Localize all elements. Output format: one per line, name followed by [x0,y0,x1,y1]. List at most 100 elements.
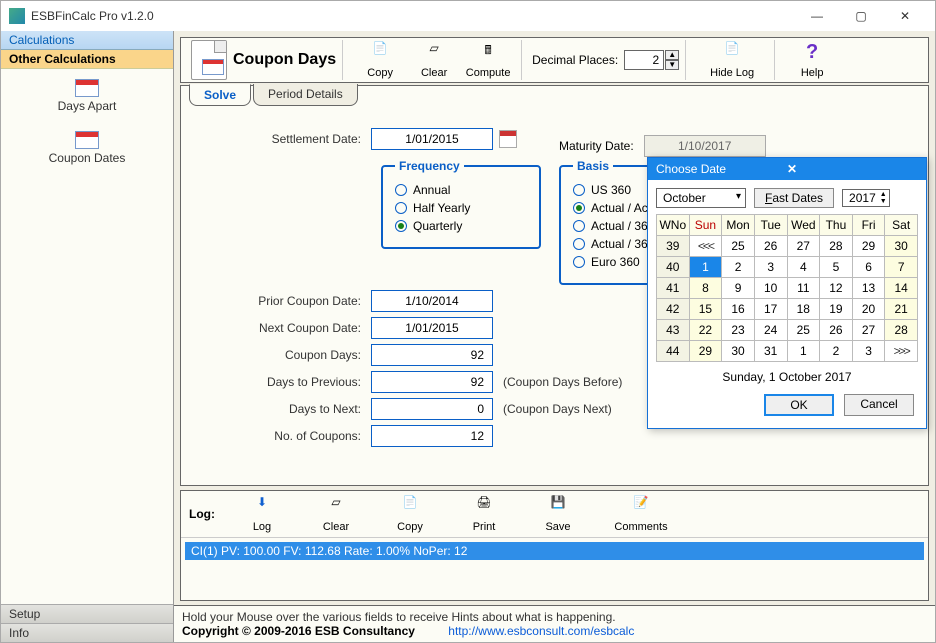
calendar-day[interactable]: 15 [689,299,722,320]
compute-button[interactable]: 🖩 Compute [461,41,515,79]
days-previous-aux: (Coupon Days Before) [503,375,622,389]
calendar-day[interactable]: 12 [820,278,853,299]
calendar-day[interactable]: 1 [787,341,820,362]
settlement-date-picker-icon[interactable] [499,130,517,148]
month-dropdown[interactable]: October [656,188,746,208]
days-next-output [371,398,493,420]
calendar-day[interactable]: 21 [885,299,918,320]
sidebar-header-calculations[interactable]: Calculations [1,31,173,50]
sidebar-header-other[interactable]: Other Calculations [1,50,173,69]
calendar-day[interactable]: 26 [754,236,787,257]
calendar-day[interactable]: 29 [689,341,722,362]
log-comments-button[interactable]: 📝Comments [605,495,677,533]
settlement-date-label: Settlement Date: [201,132,371,146]
sidebar-footer-setup[interactable]: Setup [1,604,173,623]
log-button[interactable]: ⬇Log [235,495,289,533]
calendar-day[interactable]: 10 [754,278,787,299]
calendar-day[interactable]: 2 [722,257,755,278]
calendar-day[interactable]: >>> [885,341,918,362]
calendar-day[interactable]: 3 [754,257,787,278]
radio-icon [573,202,585,214]
calendar-day[interactable]: 29 [852,236,885,257]
calendar-day[interactable]: 27 [787,236,820,257]
calendar-day[interactable]: 24 [754,320,787,341]
calendar-day[interactable]: 2 [820,341,853,362]
close-button[interactable]: ✕ [883,2,927,30]
window-title: ESBFinCalc Pro v1.2.0 [31,9,795,23]
calendar-day[interactable]: 25 [787,320,820,341]
radio-icon [573,184,585,196]
maximize-button[interactable]: ▢ [839,2,883,30]
calendar-day[interactable]: 14 [885,278,918,299]
year-input[interactable]: 2017 ▲▼ [842,189,890,207]
decimal-places-input[interactable] [624,50,664,70]
no-of-coupons-label: No. of Coupons: [201,429,371,443]
calendar-day[interactable]: 8 [689,278,722,299]
calendar-day[interactable]: 11 [787,278,820,299]
main-area: Coupon Days 📄 Copy ▱ Clear 🖩 [174,31,935,642]
settlement-date-input[interactable] [371,128,493,150]
next-coupon-label: Next Coupon Date: [201,321,371,335]
calendar-day[interactable]: 31 [754,341,787,362]
calendar-day[interactable]: 19 [820,299,853,320]
calendar-day[interactable]: 1 [689,257,722,278]
next-coupon-output [371,317,493,339]
frequency-option[interactable]: Half Yearly [395,201,527,215]
tab-period-details[interactable]: Period Details [253,84,358,106]
help-button[interactable]: ? Help [785,41,839,79]
log-save-button[interactable]: 💾Save [531,495,585,533]
copy-button[interactable]: 📄 Copy [353,41,407,79]
sidebar-item-days-apart[interactable]: Days Apart [1,79,173,113]
calendar-day[interactable]: 26 [820,320,853,341]
choose-date-close-icon[interactable]: ✕ [787,162,918,176]
sidebar-footer-info[interactable]: Info [1,623,173,642]
prior-coupon-label: Prior Coupon Date: [201,294,371,308]
calendar-day[interactable]: <<< [689,236,722,257]
calendar-column-header: Fri [852,215,885,236]
calendar-day[interactable]: 3 [852,341,885,362]
calendar-day[interactable]: 6 [852,257,885,278]
calendar-day[interactable]: 9 [722,278,755,299]
decimal-spinner[interactable]: ▲▼ [665,50,679,70]
tab-solve[interactable]: Solve [189,84,251,106]
calendar-day[interactable]: 17 [754,299,787,320]
calendar-day[interactable]: 16 [722,299,755,320]
ok-button[interactable]: OK [764,394,834,416]
week-number: 42 [657,299,690,320]
coupon-days-label: Coupon Days: [201,348,371,362]
radio-icon [395,220,407,232]
log-clear-button[interactable]: ▱Clear [309,495,363,533]
calendar-day[interactable]: 18 [787,299,820,320]
website-link[interactable]: http://www.esbconsult.com/esbcalc [448,624,634,638]
calendar-day[interactable]: 30 [722,341,755,362]
calendar-column-header: Tue [754,215,787,236]
log-print-button[interactable]: 🖨Print [457,495,511,533]
maturity-date-input[interactable] [644,135,766,157]
calendar-day[interactable]: 7 [885,257,918,278]
calendar-day[interactable]: 20 [852,299,885,320]
log-entry[interactable]: CI(1) PV: 100.00 FV: 112.68 Rate: 1.00% … [185,542,924,560]
calendar-day[interactable]: 22 [689,320,722,341]
cancel-button[interactable]: Cancel [844,394,914,416]
calendar-day[interactable]: 28 [820,236,853,257]
calendar-day[interactable]: 27 [852,320,885,341]
calendar-day[interactable]: 30 [885,236,918,257]
calendar-day[interactable]: 23 [722,320,755,341]
log-copy-button[interactable]: 📄Copy [383,495,437,533]
no-of-coupons-output [371,425,493,447]
frequency-option[interactable]: Annual [395,183,527,197]
calendar-day[interactable]: 5 [820,257,853,278]
hide-log-button[interactable]: 📄 Hide Log [696,41,768,79]
frequency-option[interactable]: Quarterly [395,219,527,233]
calendar-day[interactable]: 13 [852,278,885,299]
calendar-day[interactable]: 28 [885,320,918,341]
calendar-grid: WNoSunMonTueWedThuFriSat 39<<<2526272829… [656,214,918,362]
clear-button[interactable]: ▱ Clear [407,41,461,79]
down-arrow-icon: ⬇ [250,495,274,519]
sidebar-item-coupon-dates[interactable]: Coupon Dates [1,131,173,165]
copyright-text: Copyright © 2009-2016 ESB Consultancy [182,624,415,638]
calendar-day[interactable]: 25 [722,236,755,257]
fast-dates-button[interactable]: FFast Datesast Dates [754,188,834,208]
calendar-day[interactable]: 4 [787,257,820,278]
minimize-button[interactable]: — [795,2,839,30]
